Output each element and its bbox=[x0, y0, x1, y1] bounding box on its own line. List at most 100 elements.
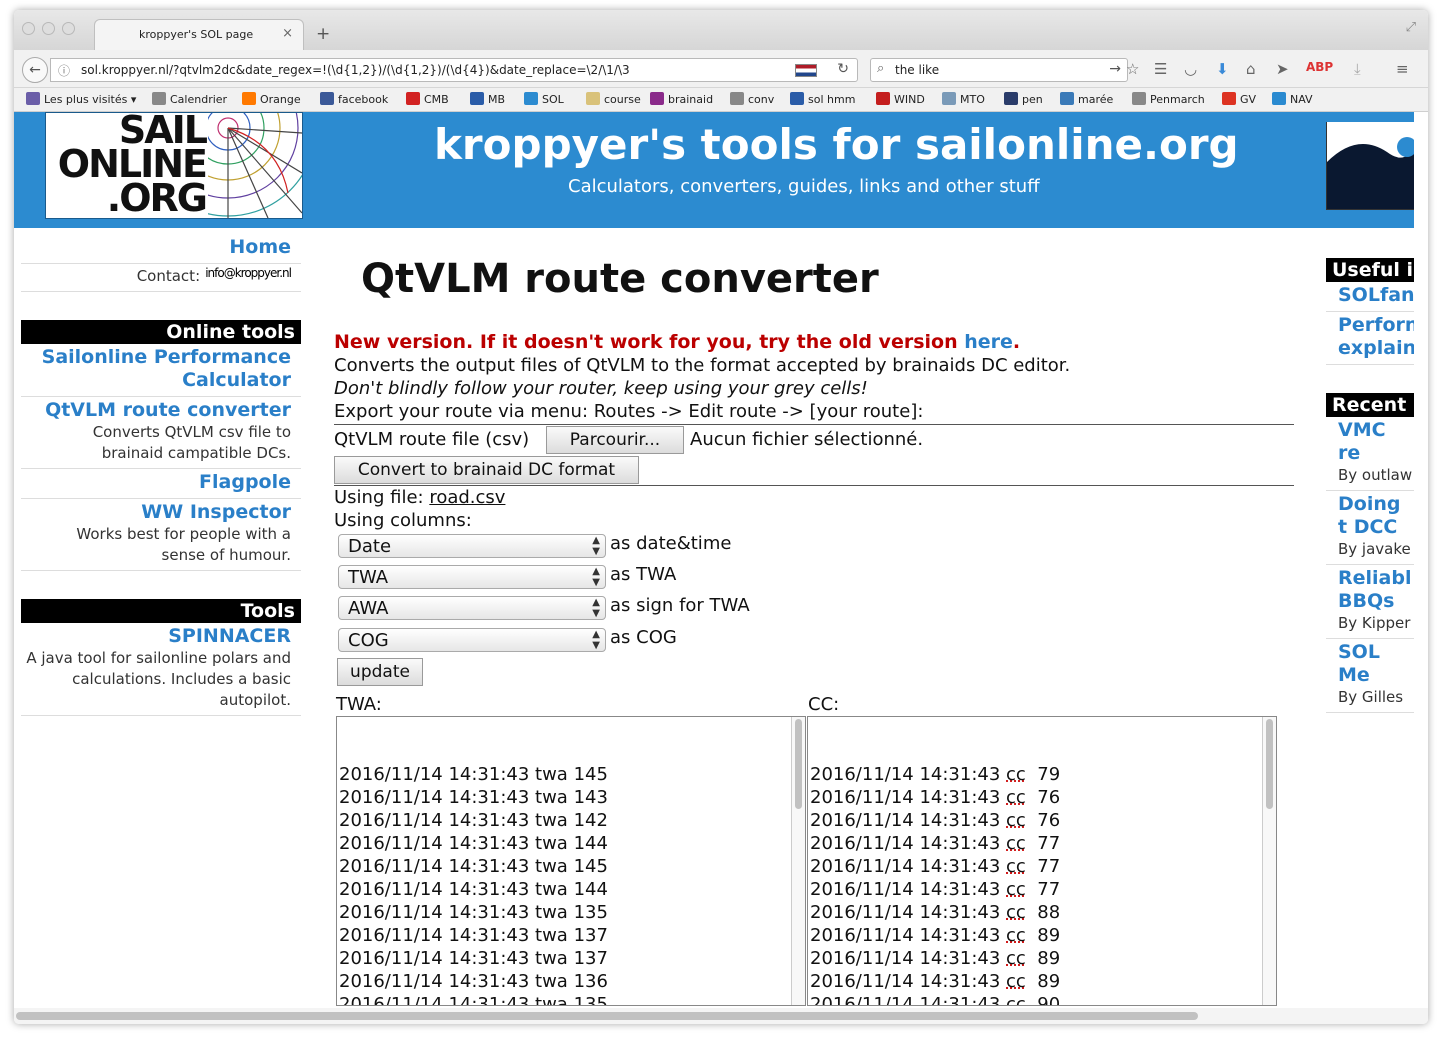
url-text[interactable]: sol.kroppyer.nl/?qtvlm2dc&date_regex=!(\… bbox=[81, 63, 630, 77]
home-link[interactable]: Home bbox=[229, 236, 291, 258]
search-input[interactable]: the like bbox=[895, 63, 939, 77]
cc-value: 88 bbox=[1037, 902, 1061, 923]
bookmark-favicon-icon bbox=[1004, 92, 1018, 105]
recent-item[interactable]: VMC re By outlaw bbox=[1326, 417, 1414, 491]
useful-link-item[interactable]: SOLfan bbox=[1326, 282, 1414, 312]
bookmark-item[interactable]: GV bbox=[1222, 92, 1256, 106]
recent-link[interactable]: SOL Me bbox=[1338, 641, 1406, 687]
bookmark-item[interactable]: NAV bbox=[1272, 92, 1313, 106]
cc-line-prefix: 2016/11/14 14:31:43 bbox=[810, 994, 1007, 1006]
bookmark-item[interactable]: course bbox=[586, 92, 641, 106]
bookmark-item[interactable]: SOL bbox=[524, 92, 564, 106]
twa-scrollbar[interactable] bbox=[791, 717, 805, 1005]
recent-item[interactable]: Reliabl BBQs By Kipper bbox=[1326, 565, 1414, 639]
convert-button[interactable]: Convert to brainaid DC format bbox=[334, 456, 639, 484]
cc-scroll-thumb[interactable] bbox=[1266, 719, 1273, 809]
bookmark-favicon-icon bbox=[876, 92, 890, 105]
file-link[interactable]: road.csv bbox=[429, 487, 505, 508]
bookmark-item[interactable]: pen bbox=[1004, 92, 1043, 106]
bookmark-item[interactable]: conv bbox=[730, 92, 774, 106]
reload-icon[interactable]: ↻ bbox=[837, 61, 849, 77]
bookmark-item[interactable]: CMB bbox=[406, 92, 449, 106]
title-bar: kroppyer's SOL page × + ⤢ bbox=[14, 10, 1428, 50]
page-horizontal-scrollbar[interactable] bbox=[14, 1008, 1428, 1024]
cc-line: 2016/11/14 14:31:43 cc 79 bbox=[810, 763, 1276, 786]
update-button[interactable]: update bbox=[337, 658, 423, 686]
bookmark-item[interactable]: facebook bbox=[320, 92, 388, 106]
sidebar-item-home[interactable]: Home bbox=[21, 228, 301, 264]
recent-link[interactable]: Doing t DCC bbox=[1338, 493, 1406, 539]
cc-scrollbar[interactable] bbox=[1262, 717, 1276, 1005]
sailonline-logo[interactable]: SAIL ONLINE .ORG bbox=[45, 112, 303, 219]
address-bar[interactable]: ⓘ sol.kroppyer.nl/?qtvlm2dc&date_regex=!… bbox=[50, 58, 858, 82]
sidebar-tool-link[interactable]: WW Inspector bbox=[41, 501, 291, 524]
column-select[interactable]: AWA ▲ ▼ bbox=[338, 596, 606, 620]
sidebar-tool-link[interactable]: Flagpole bbox=[41, 471, 291, 494]
browser-tab[interactable]: kroppyer's SOL page × bbox=[94, 19, 304, 50]
sidebar-tool-item[interactable]: SPINNACER A java tool for sailonline pola… bbox=[21, 623, 301, 716]
bookmark-item[interactable]: Calendrier bbox=[152, 92, 227, 106]
sidebar-tool-link[interactable]: QtVLM route converter bbox=[41, 399, 291, 422]
column-select[interactable]: Date ▲ ▼ bbox=[338, 534, 606, 558]
sidebar-tool-item[interactable]: WW Inspector Works best for people with a… bbox=[21, 499, 301, 571]
sidebar-tool-item[interactable]: Sailonline Performance Calculator bbox=[21, 344, 301, 397]
fullscreen-icon[interactable]: ⤢ bbox=[1406, 20, 1416, 35]
minimize-window-button[interactable] bbox=[42, 22, 55, 35]
column-select[interactable]: TWA ▲ ▼ bbox=[338, 565, 606, 589]
recent-heading: Recent bbox=[1326, 393, 1414, 417]
back-button[interactable]: ← bbox=[22, 57, 48, 83]
menu-icon[interactable]: ≡ bbox=[1396, 60, 1409, 78]
old-version-link[interactable]: here bbox=[964, 331, 1013, 353]
twa-scroll-thumb[interactable] bbox=[795, 719, 802, 809]
info-icon[interactable]: ⓘ bbox=[58, 62, 70, 79]
bookmark-star-icon[interactable]: ☆ bbox=[1126, 60, 1139, 78]
cc-output[interactable]: 2016/11/14 14:31:43 cc 79 2016/11/14 14:3… bbox=[807, 716, 1277, 1006]
horizontal-scroll-thumb[interactable] bbox=[16, 1012, 1198, 1020]
recent-link[interactable]: VMC re bbox=[1338, 419, 1406, 465]
bookmark-item[interactable]: MB bbox=[470, 92, 505, 106]
browse-button[interactable]: Parcourir... bbox=[546, 426, 684, 454]
recent-link[interactable]: Reliabl BBQs bbox=[1338, 567, 1411, 613]
close-window-button[interactable] bbox=[22, 22, 35, 35]
recent-item[interactable]: SOL Me By Gilles bbox=[1326, 639, 1414, 713]
sidebar-tool-item[interactable]: QtVLM route converter Converts QtVLM csv … bbox=[21, 397, 301, 469]
navigation-bar: ← ⓘ sol.kroppyer.nl/?qtvlm2dc&date_regex… bbox=[14, 50, 1428, 88]
bookmark-item[interactable]: Penmarch bbox=[1132, 92, 1205, 106]
bookmark-item[interactable]: brainaid bbox=[650, 92, 713, 106]
arrow-right-icon[interactable]: → bbox=[1109, 61, 1121, 77]
cc-keyword: cc bbox=[1006, 879, 1026, 900]
bookmark-item[interactable]: Orange bbox=[242, 92, 301, 106]
column-select[interactable]: COG ▲ ▼ bbox=[338, 628, 606, 652]
bookmark-item[interactable]: WIND bbox=[876, 92, 925, 106]
sidebar-tool-link[interactable]: SPINNACER bbox=[25, 625, 291, 648]
bookmark-item[interactable]: Les plus visités ▾ bbox=[26, 92, 136, 106]
bookmark-item[interactable]: MTO bbox=[942, 92, 985, 106]
bookmarks-list-icon[interactable]: ☰ bbox=[1154, 60, 1167, 78]
cc-line-prefix: 2016/11/14 14:31:43 bbox=[810, 856, 1007, 877]
search-bar[interactable]: ⌕ the like → bbox=[870, 58, 1128, 82]
browser-window: kroppyer's SOL page × + ⤢ ← ⓘ sol.kroppy… bbox=[14, 10, 1428, 1024]
sidebar-tool-item[interactable]: Flagpole bbox=[21, 469, 301, 499]
recent-list: VMC re By outlaw Doing t DCC By javake Relia… bbox=[1326, 417, 1414, 713]
twa-output[interactable]: 2016/11/14 14:31:43 twa 145 2016/11/14 14… bbox=[336, 716, 806, 1006]
pocket-icon[interactable]: ◡ bbox=[1184, 60, 1197, 78]
sidebar-tool-link[interactable]: Sailonline Performance Calculator bbox=[41, 346, 291, 392]
bookmark-favicon-icon bbox=[242, 92, 256, 105]
sidebar-tool-desc: A java tool for sailonline polars and ca… bbox=[26, 649, 291, 709]
home-icon[interactable]: ⌂ bbox=[1246, 60, 1256, 78]
using-columns-label: Using columns: bbox=[334, 510, 472, 531]
adblock-icon[interactable]: ABP bbox=[1306, 60, 1333, 74]
send-icon[interactable]: ➤ bbox=[1276, 60, 1289, 78]
new-tab-icon[interactable]: + bbox=[316, 24, 330, 44]
bookmark-item[interactable]: marée bbox=[1060, 92, 1113, 106]
bookmark-label: MTO bbox=[960, 93, 985, 106]
zoom-window-button[interactable] bbox=[62, 22, 75, 35]
download-arrow-icon[interactable]: ⤓ bbox=[1354, 60, 1361, 78]
tab-close-icon[interactable]: × bbox=[282, 26, 293, 41]
useful-link-item[interactable]: Perforn explain bbox=[1326, 312, 1414, 365]
useful-link[interactable]: Perforn explain bbox=[1338, 314, 1414, 360]
downloads-icon[interactable]: ⬇ bbox=[1216, 60, 1229, 78]
recent-item[interactable]: Doing t DCC By javake bbox=[1326, 491, 1414, 565]
bookmark-item[interactable]: sol hmm bbox=[790, 92, 855, 106]
useful-link[interactable]: SOLfan bbox=[1338, 284, 1414, 307]
